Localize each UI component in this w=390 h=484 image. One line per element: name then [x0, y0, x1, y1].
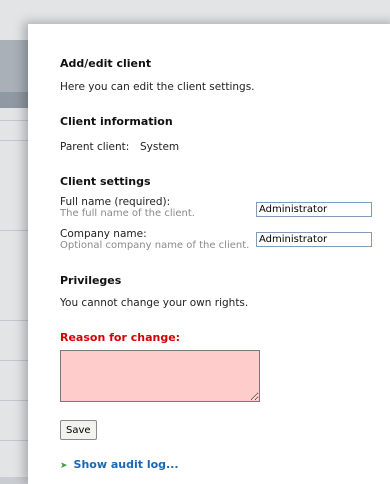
client-settings-heading: Client settings [60, 175, 151, 188]
parent-client-label: Parent client: [60, 141, 130, 153]
background-divider [0, 440, 30, 441]
dialog-title: Add/edit client [60, 57, 152, 70]
show-audit-log-link[interactable]: ➤ Show audit log... [60, 458, 179, 471]
full-name-label: Full name (required): [60, 196, 171, 208]
reason-for-change-label: Reason for change: [60, 331, 181, 344]
save-button[interactable]: Save [60, 420, 97, 440]
background-divider [0, 360, 30, 361]
reason-for-change-textarea[interactable] [60, 350, 260, 402]
edit-client-dialog: Add/edit client Here you can edit the cl… [28, 24, 390, 484]
company-name-label: Company name: [60, 228, 147, 240]
background-divider [0, 320, 30, 321]
background-divider [0, 120, 30, 121]
company-name-hint: Optional company name of the client. [60, 240, 250, 251]
parent-client-value: System [140, 141, 180, 153]
full-name-input[interactable] [256, 202, 372, 217]
privileges-heading: Privileges [60, 274, 122, 287]
client-information-heading: Client information [60, 115, 173, 128]
company-name-input[interactable] [256, 232, 372, 247]
privileges-text: You cannot change your own rights. [60, 297, 249, 309]
full-name-hint: The full name of the client. [60, 208, 195, 219]
show-audit-log-label: Show audit log... [73, 458, 179, 471]
dialog-intro-text: Here you can edit the client settings. [60, 81, 255, 93]
background-divider [0, 140, 30, 141]
green-arrow-right-icon: ➤ [60, 461, 68, 471]
background-divider [0, 400, 30, 401]
background-divider [0, 230, 30, 231]
